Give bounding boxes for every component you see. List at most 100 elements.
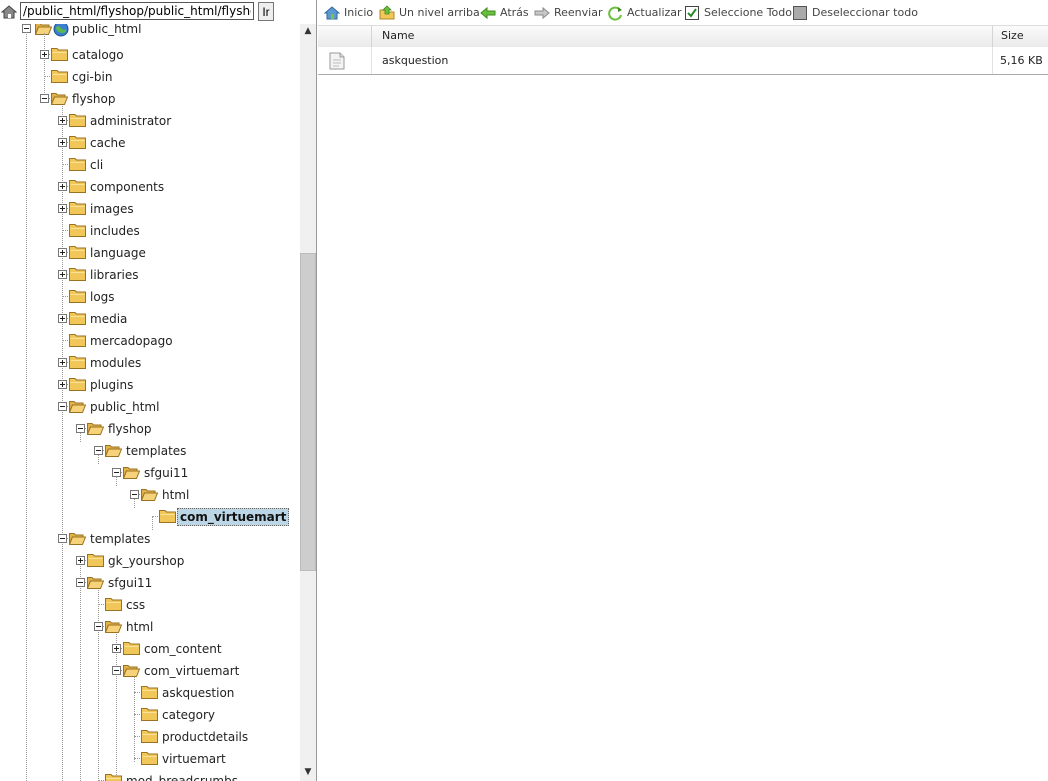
tree-node-administrator[interactable]: administrator [0, 110, 300, 132]
file-row[interactable]: askquestion 5,16 KB [318, 47, 1048, 75]
path-bar: Ir [0, 0, 316, 24]
tree-node-html[interactable]: html [0, 616, 300, 638]
tree-node-media[interactable]: media [0, 308, 300, 330]
home-icon [324, 6, 340, 20]
folder-icon [69, 201, 86, 215]
tree-node-images[interactable]: images [0, 198, 300, 220]
folder-icon [69, 311, 86, 325]
tree-node-com-virtuemart[interactable]: com_virtuemart [0, 660, 300, 682]
tree-node-pf-templates[interactable]: templates [0, 440, 300, 462]
collapse-icon[interactable] [112, 468, 121, 477]
tree-node-label: flyshop [108, 422, 152, 436]
tree-node-pf-flyshop[interactable]: flyshop [0, 418, 300, 440]
expand-icon[interactable] [58, 358, 67, 367]
tree-node-pf-sfgui11[interactable]: sfgui11 [0, 462, 300, 484]
checkbox-checked-icon [685, 6, 699, 20]
name-column-header[interactable]: Name [371, 26, 996, 47]
icon-column-header[interactable] [318, 26, 371, 47]
tree-node-css[interactable]: css [0, 594, 300, 616]
size-column-header[interactable]: Size [992, 26, 1048, 47]
tree-node-label: flyshop [72, 92, 116, 106]
folder-icon [141, 729, 158, 743]
tree-node-label: plugins [90, 378, 134, 392]
file-size-cell: 5,16 KB [992, 47, 1048, 74]
tree-node-label: administrator [90, 114, 172, 128]
expand-icon[interactable] [112, 644, 121, 653]
tree-node-components[interactable]: components [0, 176, 300, 198]
up-level-label: Un nivel arriba [399, 6, 480, 19]
tree-node-category[interactable]: category [0, 704, 300, 726]
tree-node-flyshop[interactable]: flyshop [0, 88, 300, 110]
tree-node-pf-com-virtuemart[interactable]: com_virtuemart [0, 506, 300, 528]
folder-icon [123, 641, 140, 655]
tree-node-pf-html[interactable]: html [0, 484, 300, 506]
tree-node-logs[interactable]: logs [0, 286, 300, 308]
tree-node-includes[interactable]: includes [0, 220, 300, 242]
collapse-icon[interactable] [76, 424, 85, 433]
folder-open-icon [68, 531, 87, 545]
file-name-cell[interactable]: askquestion [371, 47, 992, 74]
tree-node-cgi-bin[interactable]: cgi-bin [0, 66, 300, 88]
expand-icon[interactable] [58, 380, 67, 389]
collapse-icon[interactable] [130, 490, 139, 499]
folder-open-icon [86, 421, 105, 435]
file-icon [329, 52, 345, 70]
tree-node-public-html[interactable]: public_html [0, 396, 300, 418]
expand-icon[interactable] [58, 182, 67, 191]
tree-node-modules[interactable]: modules [0, 352, 300, 374]
expand-icon[interactable] [58, 204, 67, 213]
tree-node-mercadopago[interactable]: mercadopago [0, 330, 300, 352]
tree-node-com-content[interactable]: com_content [0, 638, 300, 660]
refresh-label: Actualizar [627, 6, 682, 19]
collapse-icon[interactable] [94, 622, 103, 631]
expand-icon[interactable] [58, 270, 67, 279]
tree-node-catalogo[interactable]: catalogo [0, 44, 300, 66]
tree-node-gk-yourshop[interactable]: gk_yourshop [0, 550, 300, 572]
tree-node-label: gk_yourshop [108, 554, 185, 568]
expand-icon[interactable] [58, 116, 67, 125]
folder-icon [69, 245, 86, 259]
collapse-icon[interactable] [76, 578, 85, 587]
tree-node-templates[interactable]: templates [0, 528, 300, 550]
tree-node-label: libraries [90, 268, 139, 282]
folder-icon [141, 707, 158, 721]
tree-node-sfgui11[interactable]: sfgui11 [0, 572, 300, 594]
tree-node-label: catalogo [72, 48, 124, 62]
expand-icon[interactable] [58, 138, 67, 147]
path-input[interactable] [20, 2, 254, 20]
tree-node-plugins[interactable]: plugins [0, 374, 300, 396]
collapse-icon[interactable] [58, 534, 67, 543]
collapse-icon[interactable] [58, 402, 67, 411]
collapse-icon[interactable] [112, 666, 121, 675]
tree-scrollbar[interactable]: ▲ ▼ [300, 24, 316, 781]
tree-node-libraries[interactable]: libraries [0, 264, 300, 286]
folder-icon [69, 157, 86, 171]
home-label: Inicio [344, 6, 374, 19]
collapse-icon[interactable] [94, 446, 103, 455]
tree-node-virtuemart[interactable]: virtuemart [0, 748, 300, 770]
scroll-down-arrow-icon[interactable]: ▼ [300, 767, 316, 779]
expand-icon[interactable] [58, 248, 67, 257]
scroll-up-arrow-icon[interactable]: ▲ [300, 26, 316, 38]
home-path-icon[interactable] [1, 4, 17, 20]
tree-node-productdetails[interactable]: productdetails [0, 726, 300, 748]
folder-icon [141, 751, 158, 765]
tree-node-cache[interactable]: cache [0, 132, 300, 154]
tree-node-cli[interactable]: cli [0, 154, 300, 176]
tree-node-label: sfgui11 [144, 466, 189, 480]
expand-icon[interactable] [40, 50, 49, 59]
go-button[interactable]: Ir [258, 2, 274, 21]
tree-node-askquestion[interactable]: askquestion [0, 682, 300, 704]
pane-divider[interactable] [316, 0, 317, 781]
tree-node-label: html [126, 620, 154, 634]
checkbox-unchecked-icon [793, 6, 807, 20]
scroll-thumb[interactable] [300, 253, 316, 571]
tree-node-language[interactable]: language [0, 242, 300, 264]
expand-icon[interactable] [76, 556, 85, 565]
tree-node-mod-breadcrumbs[interactable]: mod_breadcrumbs [0, 770, 300, 781]
toolbar: Inicio Un nivel arriba Atrás Reenviar Ac… [318, 0, 1048, 26]
collapse-icon[interactable] [40, 94, 49, 103]
folder-icon [69, 223, 86, 237]
expand-icon[interactable] [58, 314, 67, 323]
deselect-all-label: Deseleccionar todo [812, 6, 918, 19]
